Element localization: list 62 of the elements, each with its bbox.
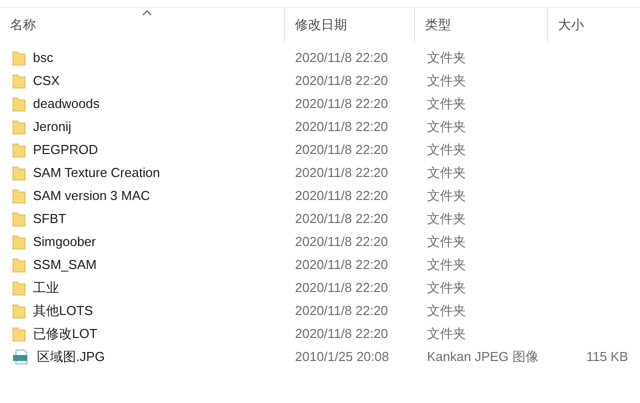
column-header[interactable]: 修改日期 (285, 8, 415, 42)
folder-icon (12, 326, 26, 342)
column-header[interactable]: 类型 (415, 8, 548, 42)
file-name[interactable]: 工业 (33, 278, 59, 298)
file-type: 文件夹 (427, 142, 466, 157)
folder-icon (12, 256, 26, 272)
file-name[interactable]: 区域图.JPG (37, 346, 105, 366)
folder-icon (12, 280, 26, 296)
sort-chevron-icon (142, 10, 152, 16)
file-name[interactable]: SSM_SAM (33, 254, 97, 274)
modified-date: 2020/11/8 22:20 (295, 302, 388, 318)
file-type: 文件夹 (427, 50, 466, 65)
file-name[interactable]: SAM Texture Creation (33, 162, 160, 182)
image-file-icon (12, 348, 30, 364)
file-size: 115 KB (586, 348, 628, 364)
modified-date: 2020/11/8 22:20 (295, 234, 388, 249)
column-header[interactable]: 大小 (548, 8, 640, 42)
modified-date: 2020/11/8 22:20 (295, 188, 388, 203)
file-name[interactable]: 已修改LOT (33, 324, 98, 344)
folder-icon (12, 210, 26, 226)
file-type: 文件夹 (427, 302, 466, 318)
file-type: 文件夹 (427, 210, 466, 226)
file-name[interactable]: Jeronij (33, 116, 72, 136)
file-type: 文件夹 (427, 72, 466, 88)
folder-icon (12, 96, 26, 112)
modified-date: 2020/11/8 22:20 (295, 50, 388, 65)
modified-date: 2010/1/25 20:08 (295, 348, 389, 364)
modified-date: 2020/11/8 22:20 (295, 96, 388, 111)
folder-icon (12, 234, 26, 250)
file-name[interactable]: SAM version 3 MAC (33, 186, 150, 206)
file-name[interactable]: PEGPROD (33, 140, 98, 160)
modified-date: 2020/11/8 22:20 (295, 256, 388, 272)
modified-date: 2020/11/8 22:20 (295, 72, 388, 88)
modified-date: 2020/11/8 22:20 (295, 326, 388, 341)
file-name[interactable]: deadwoods (33, 94, 100, 114)
modified-date: 2020/11/8 22:20 (295, 280, 388, 295)
folder-icon (12, 302, 26, 318)
file-type: 文件夹 (427, 326, 466, 341)
modified-date: 2020/11/8 22:20 (295, 164, 388, 180)
file-name[interactable]: bsc (33, 48, 54, 68)
file-type: Kankan JPEG 图像 (427, 348, 538, 364)
file-name[interactable]: 其他LOTS (33, 300, 93, 320)
modified-date: 2020/11/8 22:20 (295, 118, 388, 134)
modified-date: 2020/11/8 22:20 (295, 142, 388, 157)
folder-icon (12, 164, 26, 180)
file-name[interactable]: SFBT (33, 208, 66, 228)
file-type: 文件夹 (427, 188, 466, 203)
file-name[interactable]: CSX (33, 70, 60, 90)
file-type: 文件夹 (427, 280, 466, 295)
folder-icon (12, 142, 26, 158)
folder-icon (12, 118, 26, 134)
file-name[interactable]: Simgoober (33, 232, 96, 252)
file-type: 文件夹 (427, 256, 466, 272)
folder-icon (12, 188, 26, 204)
file-type: 文件夹 (427, 96, 466, 111)
column-header[interactable]: 名称 (0, 8, 285, 42)
folder-icon (12, 50, 26, 66)
modified-date: 2020/11/8 22:20 (295, 210, 388, 226)
file-type: 文件夹 (427, 118, 466, 134)
file-type: 文件夹 (427, 164, 466, 180)
folder-icon (12, 72, 26, 88)
file-type: 文件夹 (427, 234, 466, 249)
